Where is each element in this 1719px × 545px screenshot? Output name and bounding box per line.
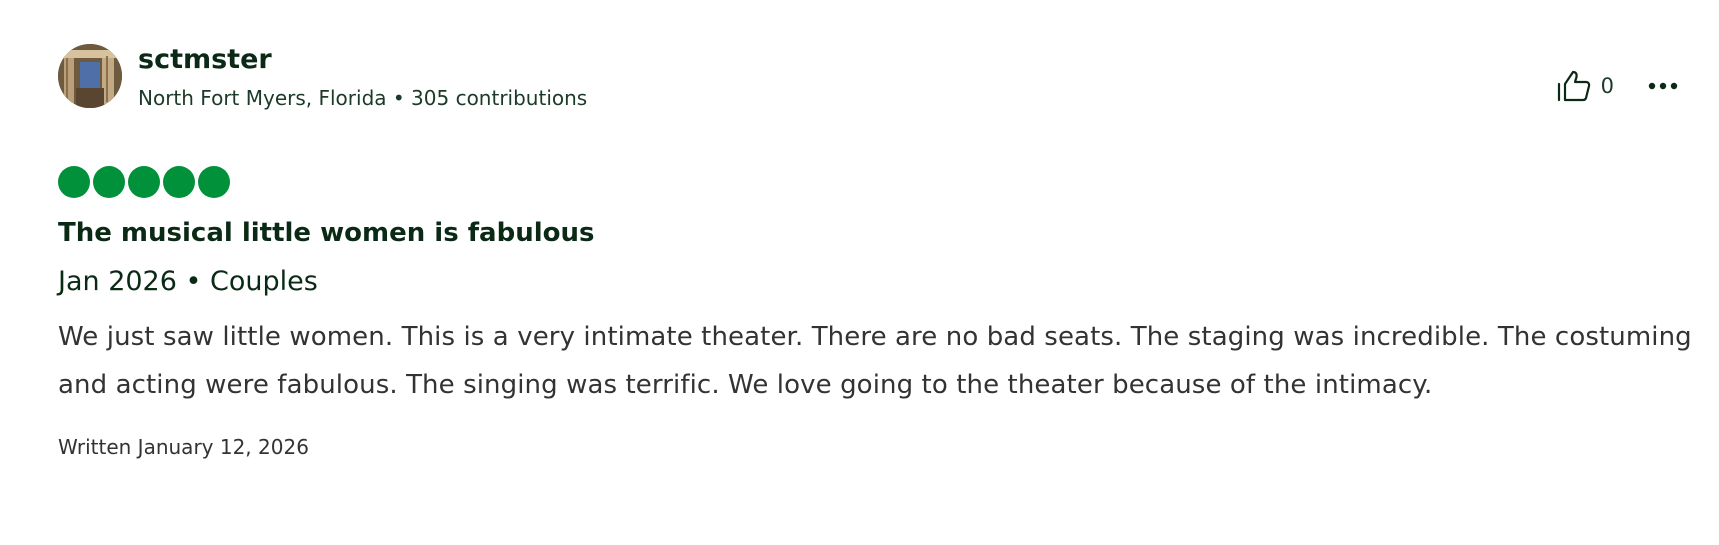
helpful-count: 0: [1600, 74, 1614, 98]
reviewer-location: North Fort Myers, Florida: [138, 86, 387, 110]
reviewer-username[interactable]: sctmster: [138, 44, 272, 75]
avatar-image: [58, 44, 122, 108]
reviewer-meta: North Fort Myers, Florida • 305 contribu…: [138, 86, 587, 110]
review-title[interactable]: The musical little women is fabulous: [58, 218, 1678, 248]
review-actions: 0: [1557, 66, 1678, 106]
rating-bubble-filled: [128, 166, 160, 198]
review-trip-info: Jan 2026 • Couples: [58, 266, 318, 297]
rating-bubble-filled: [93, 166, 125, 198]
review-header: sctmster North Fort Myers, Florida • 305…: [58, 44, 1678, 110]
helpful-button[interactable]: 0: [1557, 70, 1648, 102]
review-written-date: Written January 12, 2026: [58, 435, 309, 459]
review-body: We just saw little women. This is a very…: [58, 322, 1692, 400]
meta-separator: •: [392, 86, 405, 110]
more-options-button[interactable]: [1648, 82, 1678, 90]
rating-bubble-filled: [198, 166, 230, 198]
rating-bubbles: [58, 166, 1678, 198]
rating-bubble-filled: [163, 166, 195, 198]
more-options-icon: [1648, 82, 1678, 90]
rating-bubble-filled: [58, 166, 90, 198]
reviewer-contributions: 305 contributions: [411, 86, 588, 110]
review-card: sctmster North Fort Myers, Florida • 305…: [58, 44, 1692, 459]
thumbs-up-icon: [1557, 70, 1590, 102]
avatar[interactable]: [58, 44, 122, 108]
